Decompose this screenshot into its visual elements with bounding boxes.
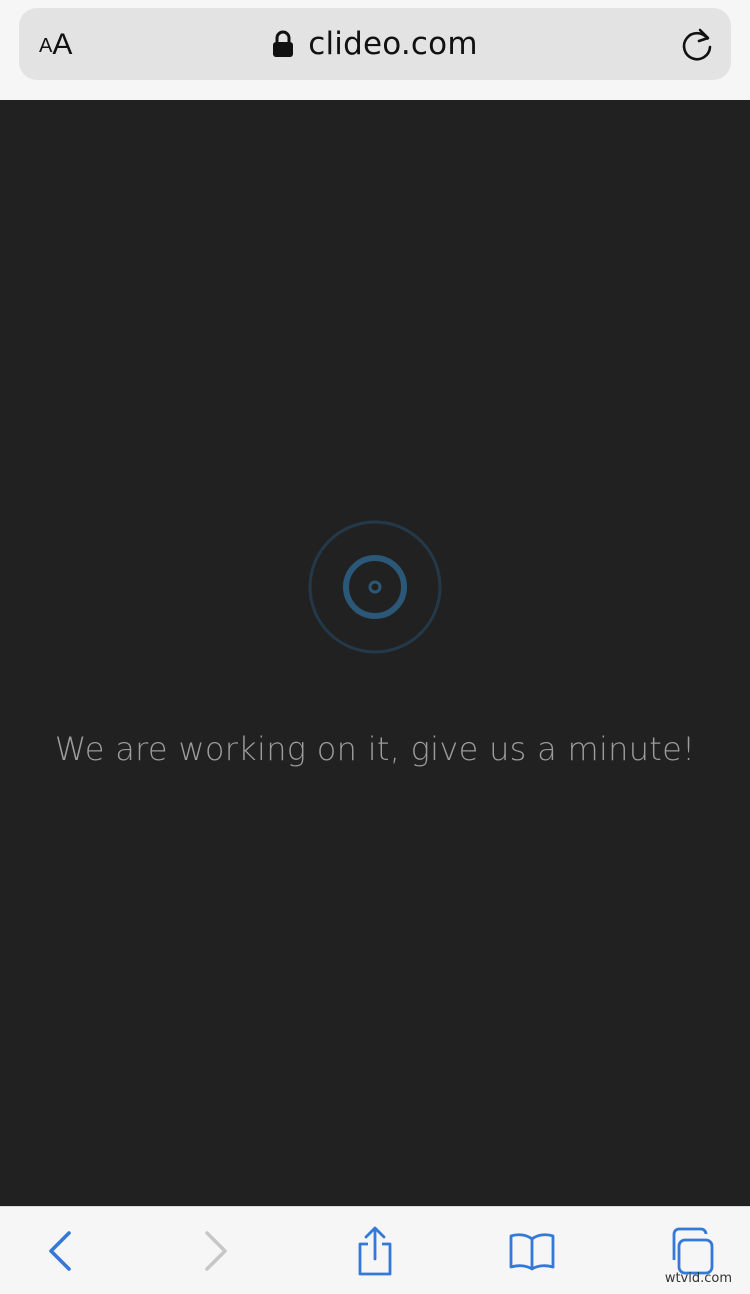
share-button[interactable] xyxy=(345,1221,405,1281)
status-message: We are working on it, give us a minute! xyxy=(54,730,696,768)
lock-icon xyxy=(273,30,294,57)
bookmarks-button[interactable] xyxy=(502,1221,562,1281)
browser-top-bar: A A clideo.com xyxy=(0,0,750,100)
reload-icon[interactable] xyxy=(679,26,717,64)
back-arrow-icon xyxy=(49,1231,71,1271)
forward-button[interactable] xyxy=(186,1221,246,1281)
tabs-icon xyxy=(672,1227,714,1275)
url-display[interactable]: clideo.com xyxy=(19,24,731,64)
bookmarks-icon xyxy=(509,1233,555,1271)
bottom-toolbar: wtvid.com xyxy=(0,1206,750,1294)
watermark-text: wtvid.com xyxy=(664,1271,732,1286)
forward-arrow-icon xyxy=(205,1231,227,1271)
back-button[interactable] xyxy=(30,1221,90,1281)
share-icon xyxy=(358,1226,392,1276)
url-text: clideo.com xyxy=(308,26,478,62)
address-bar[interactable]: A A clideo.com xyxy=(19,8,731,80)
loading-spinner-icon xyxy=(308,520,442,654)
page-content: We are working on it, give us a minute! xyxy=(0,100,750,1206)
